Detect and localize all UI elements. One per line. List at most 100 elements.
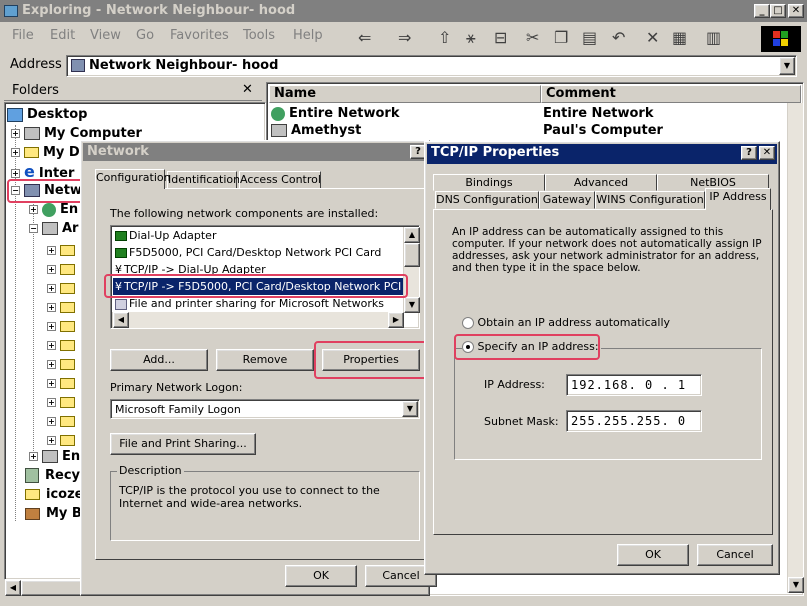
dropdown-arrow-icon[interactable]: ▼ [402, 401, 418, 417]
list-item[interactable]: Dial-Up Adapter [113, 227, 216, 244]
paste-icon[interactable]: ▤ [582, 28, 597, 47]
tree-subfolder[interactable]: + [47, 298, 75, 317]
address-dropdown-button[interactable]: ▼ [779, 57, 795, 75]
views-icon[interactable]: ▥ [706, 28, 721, 47]
undo-icon[interactable]: ↶ [612, 28, 625, 47]
folder-icon [60, 264, 75, 275]
tree-my-documents[interactable]: + My D [11, 143, 80, 162]
tree-amethyst[interactable]: − Ar [29, 219, 78, 238]
remove-button[interactable]: Remove [216, 349, 314, 371]
tab-configuration[interactable]: Configuration [95, 169, 171, 189]
tab-wins-configuration[interactable]: WINS Configuration [595, 191, 705, 209]
scroll-down-icon[interactable]: ▼ [404, 297, 420, 313]
list-item-amethyst[interactable]: Amethyst [271, 121, 361, 140]
scroll-up-icon[interactable]: ▲ [404, 227, 420, 243]
scroll-thumb[interactable] [404, 243, 420, 267]
scroll-down-icon[interactable]: ▼ [788, 577, 804, 593]
computer-icon [271, 124, 287, 137]
folder-icon [60, 302, 75, 313]
tree-subfolder[interactable]: + [47, 241, 75, 260]
folders-header: Folders ✕ [4, 81, 262, 101]
add-button[interactable]: Add... [110, 349, 208, 371]
map-drive-icon[interactable]: ⚹ [466, 28, 476, 48]
maximize-button[interactable]: □ [770, 4, 786, 18]
radio-auto[interactable]: Obtain an IP address automatically [462, 316, 670, 329]
menu-view[interactable]: View [90, 28, 121, 43]
tree-desktop[interactable]: Desktop [7, 105, 87, 124]
scroll-right-icon[interactable]: ▶ [388, 312, 404, 328]
address-label: Address [10, 57, 62, 72]
address-field[interactable]: Network Neighbour- hood ▼ [66, 55, 797, 77]
forward-icon[interactable]: ⇒ [398, 28, 411, 47]
specify-highlight [454, 334, 600, 360]
ip-address-field[interactable]: 192.168. 0 . 1 [566, 374, 702, 396]
help-button[interactable]: ? [741, 146, 757, 160]
menu-go[interactable]: Go [136, 28, 154, 43]
components-hscrollbar[interactable]: ◀ ▶ [112, 312, 404, 328]
column-name[interactable]: Name [269, 85, 541, 103]
network-ok-button[interactable]: OK [285, 565, 357, 587]
tab-ip-address[interactable]: IP Address [705, 188, 771, 210]
tree-subfolder[interactable]: + [47, 260, 75, 279]
computer-icon [42, 222, 58, 235]
tree-subfolder[interactable]: + [47, 393, 75, 412]
components-vscrollbar[interactable]: ▲ ▼ [403, 227, 420, 313]
adapter-icon [115, 248, 127, 258]
tab-access-control[interactable]: Access Control [239, 171, 321, 189]
close-button[interactable]: ✕ [788, 4, 804, 18]
logon-value: Microsoft Family Logon [115, 403, 241, 416]
tree-subfolder[interactable]: + [47, 374, 75, 393]
tree-my-briefcase[interactable]: My B [25, 504, 82, 523]
recycle-bin-icon [25, 468, 39, 483]
menu-favorites[interactable]: Favorites [170, 28, 229, 43]
properties-icon[interactable]: ▦ [672, 28, 687, 47]
tab-identification[interactable]: Identification [167, 171, 240, 189]
folders-close-icon[interactable]: ✕ [242, 82, 253, 97]
scroll-left-icon[interactable]: ◀ [5, 580, 21, 596]
tree-subfolder[interactable]: + [47, 355, 75, 374]
copy-icon[interactable]: ❐ [554, 28, 568, 47]
menu-edit[interactable]: Edit [50, 28, 75, 43]
minimize-button[interactable]: _ [754, 4, 770, 18]
desktop-icon [7, 107, 23, 122]
scroll-left-icon[interactable]: ◀ [113, 312, 129, 328]
list-vscrollbar[interactable]: ▼ [787, 103, 804, 593]
folder-icon [60, 245, 75, 256]
list-item[interactable]: F5D5000, PCI Card/Desktop Network PCI Ca… [113, 244, 381, 261]
menu-help[interactable]: Help [293, 28, 323, 43]
close-button[interactable]: ✕ [759, 146, 775, 160]
tree-subfolder[interactable]: + [47, 336, 75, 355]
tcpip-title: TCP/IP Properties [431, 145, 560, 160]
menu-file[interactable]: File [12, 28, 34, 43]
folder-icon [60, 378, 75, 389]
subnet-mask-field[interactable]: 255.255.255. 0 [566, 410, 702, 432]
delete-icon[interactable]: ✕ [646, 28, 659, 47]
up-folder-icon[interactable]: ⇧ [438, 28, 451, 47]
folder-icon [60, 283, 75, 294]
ip-info-text: An IP address can be automatically assig… [452, 226, 762, 274]
tab-advanced[interactable]: Advanced [545, 174, 657, 191]
network-tab-panel: The following network components are ins… [95, 188, 428, 560]
properties-highlight [314, 341, 428, 379]
tcpip-cancel-button[interactable]: Cancel [697, 544, 773, 566]
explorer-titlebar: Exploring - Network Neighbour- hood [0, 0, 807, 22]
file-print-sharing-button[interactable]: File and Print Sharing... [110, 433, 256, 455]
tab-gateway[interactable]: Gateway [539, 191, 595, 209]
back-icon[interactable]: ⇐ [358, 28, 371, 47]
tab-dns-configuration[interactable]: DNS Configuration [435, 191, 539, 209]
tree-subfolder[interactable]: + [47, 279, 75, 298]
tab-bindings[interactable]: Bindings [433, 174, 545, 191]
tcpip-ok-button[interactable]: OK [617, 544, 689, 566]
computer-icon [42, 450, 58, 463]
tree-subfolder[interactable]: + [47, 412, 75, 431]
logon-select[interactable]: Microsoft Family Logon ▼ [110, 399, 420, 419]
tree-subfolder[interactable]: + [47, 317, 75, 336]
selection-highlight [104, 274, 408, 298]
menu-tools[interactable]: Tools [243, 28, 275, 43]
tree-icoze[interactable]: icoze [25, 485, 83, 504]
disconnect-icon[interactable]: ⊟ [494, 28, 507, 47]
column-comment[interactable]: Comment [541, 85, 801, 103]
tree-en2[interactable]: + En [29, 447, 80, 466]
tree-recycle-bin[interactable]: Recy [25, 466, 80, 485]
cut-icon[interactable]: ✂ [526, 28, 539, 47]
